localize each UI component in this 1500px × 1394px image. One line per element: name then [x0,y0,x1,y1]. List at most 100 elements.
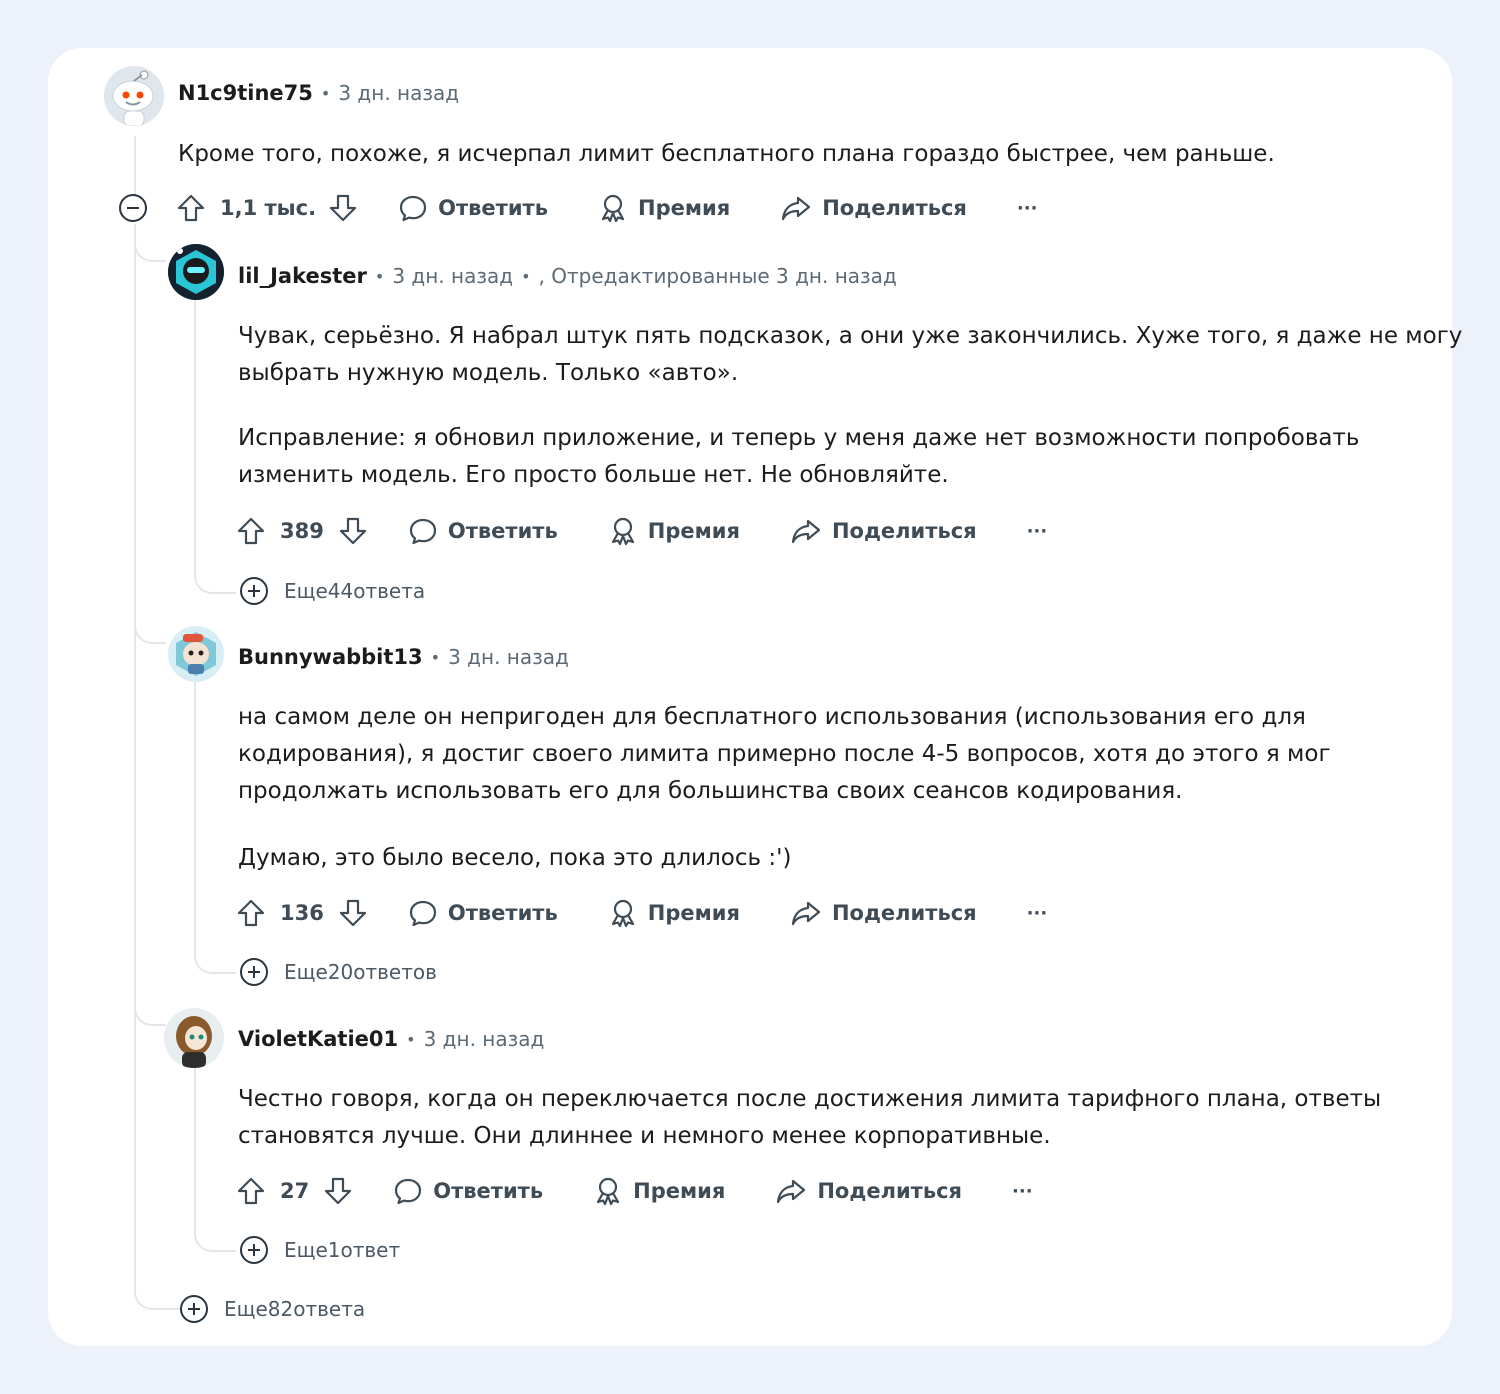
score: 389 [280,519,324,543]
downvote-icon [339,517,366,545]
more-replies-button[interactable]: Еще82ответа [178,1292,365,1326]
award-button[interactable]: Премия [608,898,740,928]
comment-icon [395,1178,422,1205]
expand-icon [180,1295,208,1323]
award-button[interactable]: Премия [598,193,730,223]
share-button[interactable]: Поделиться [790,516,977,546]
more-options-label: ··· [1012,1180,1033,1202]
more-replies-button[interactable]: Еще20ответов [238,955,437,989]
comment-body: Думаю, это было весело, пока это длилось… [238,840,791,877]
score: 136 [280,901,324,925]
share-button[interactable]: Поделиться [775,1176,962,1206]
award-button[interactable]: Премия [608,516,740,546]
upvote-icon [237,517,265,545]
more-options-button[interactable]: ··· [1027,521,1048,542]
award-label: Премия [638,196,731,220]
separator-dot: • [430,647,441,667]
more-options-button[interactable]: ··· [1027,903,1048,924]
more-options-button[interactable]: ··· [1017,198,1038,219]
more-replies-label: Еще20ответов [284,960,437,984]
upvote-button[interactable] [236,1176,266,1206]
comment-icon [409,518,436,545]
avatar[interactable] [168,626,224,682]
comment-body: на самом деле он непригоден для бесплатн… [238,699,1331,810]
reply3-connector [134,978,166,1026]
comment-meta: VioletKatie01 • 3 дн. назад [238,1024,544,1054]
expand-icon [240,1236,268,1264]
avatar[interactable] [164,1008,224,1068]
comment-line: изменить модель. Его просто больше нет. … [238,462,949,488]
downvote-button[interactable] [328,193,358,223]
avatar[interactable] [168,244,224,300]
username[interactable]: N1c9tine75 [178,81,313,105]
username[interactable]: lil_Jakester [238,264,367,288]
action-bar: 27 Ответить Премия Поделиться ··· [236,1171,1033,1211]
reply2-connector [134,588,166,644]
more-replies-button[interactable]: Еще1ответ [238,1233,400,1267]
downvote-button[interactable] [323,1176,353,1206]
score: 1,1 тыс. [220,196,317,220]
reply-button[interactable]: Ответить [408,516,558,546]
username[interactable]: VioletKatie01 [238,1027,398,1051]
comment-line: Исправление: я обновил приложение, и теп… [238,425,1360,451]
reply3-thread-elbow [194,1054,236,1252]
action-bar: 136 Ответить Премия Поделиться ··· [236,893,1047,933]
avatar[interactable] [104,66,164,126]
share-icon [791,901,821,926]
root-thread-line [134,136,136,196]
more-options-label: ··· [1026,902,1048,924]
more-replies-label: Еще44ответа [284,579,426,603]
comment-line: продолжать использовать его для большинс… [238,778,1183,804]
reply1-connector [134,224,166,262]
share-label: Поделиться [831,519,977,543]
award-button[interactable]: Премия [593,1176,725,1206]
upvote-button[interactable] [176,193,206,223]
comment-thread: N1c9tine75 • 3 дн. назад Кроме того, пох… [48,48,1462,1346]
expand-icon [240,958,268,986]
action-bar: 389 Ответить Премия Поделиться ··· [236,511,1047,551]
separator-dot: • [521,266,531,286]
score: 27 [280,1179,310,1203]
upvote-button[interactable] [236,898,266,928]
award-icon [611,899,634,928]
timestamp[interactable]: 3 дн. назад [424,1027,545,1051]
separator-dot: • [320,83,331,103]
comment-line: Чувак, серьёзно. Я набрал штук пять подс… [238,323,1463,349]
reply-button[interactable]: Ответить [393,1176,543,1206]
comment-icon [400,195,427,222]
reply-label: Ответить [447,901,558,925]
more-replies-label: Еще1ответ [284,1238,401,1262]
more-replies-button[interactable]: Еще44ответа [238,574,425,608]
reply-button[interactable]: Ответить [408,898,558,928]
comment-text: Кроме того, похоже, я исчерпал лимит бес… [178,141,1275,167]
share-label: Поделиться [831,901,977,925]
share-button[interactable]: Поделиться [790,898,977,928]
root-thread-elbow [134,224,180,1310]
award-icon [601,194,625,223]
award-label: Премия [647,901,740,925]
reply-label: Ответить [433,1179,544,1203]
username[interactable]: Bunnywabbit13 [238,645,423,669]
reply-label: Ответить [438,196,549,220]
comment-icon [409,900,436,927]
reply2-thread-elbow [194,672,236,974]
downvote-button[interactable] [338,516,368,546]
downvote-button[interactable] [338,898,368,928]
comment-line: Думаю, это было весело, пока это длилось… [238,845,792,871]
upvote-button[interactable] [236,516,266,546]
more-options-label: ··· [1026,520,1048,542]
comment-meta: Bunnywabbit13 • 3 дн. назад [238,642,569,672]
comment-line: на самом деле он непригоден для бесплатн… [238,704,1306,730]
share-button[interactable]: Поделиться [780,193,967,223]
timestamp[interactable]: 3 дн. назад [392,264,513,288]
more-options-button[interactable]: ··· [1012,1181,1033,1202]
expand-icon [240,577,268,605]
reply-button[interactable]: Ответить [398,193,548,223]
timestamp[interactable]: 3 дн. назад [448,645,569,669]
comment-meta: lil_Jakester • 3 дн. назад • , Отредакти… [238,261,897,291]
collapse-thread-button[interactable] [119,194,147,222]
award-label: Премия [633,1179,726,1203]
comment-line: кодирования), я достиг своего лимита при… [238,741,1331,767]
comment-body: Кроме того, похоже, я исчерпал лимит бес… [178,136,1275,173]
timestamp[interactable]: 3 дн. назад [338,81,459,105]
